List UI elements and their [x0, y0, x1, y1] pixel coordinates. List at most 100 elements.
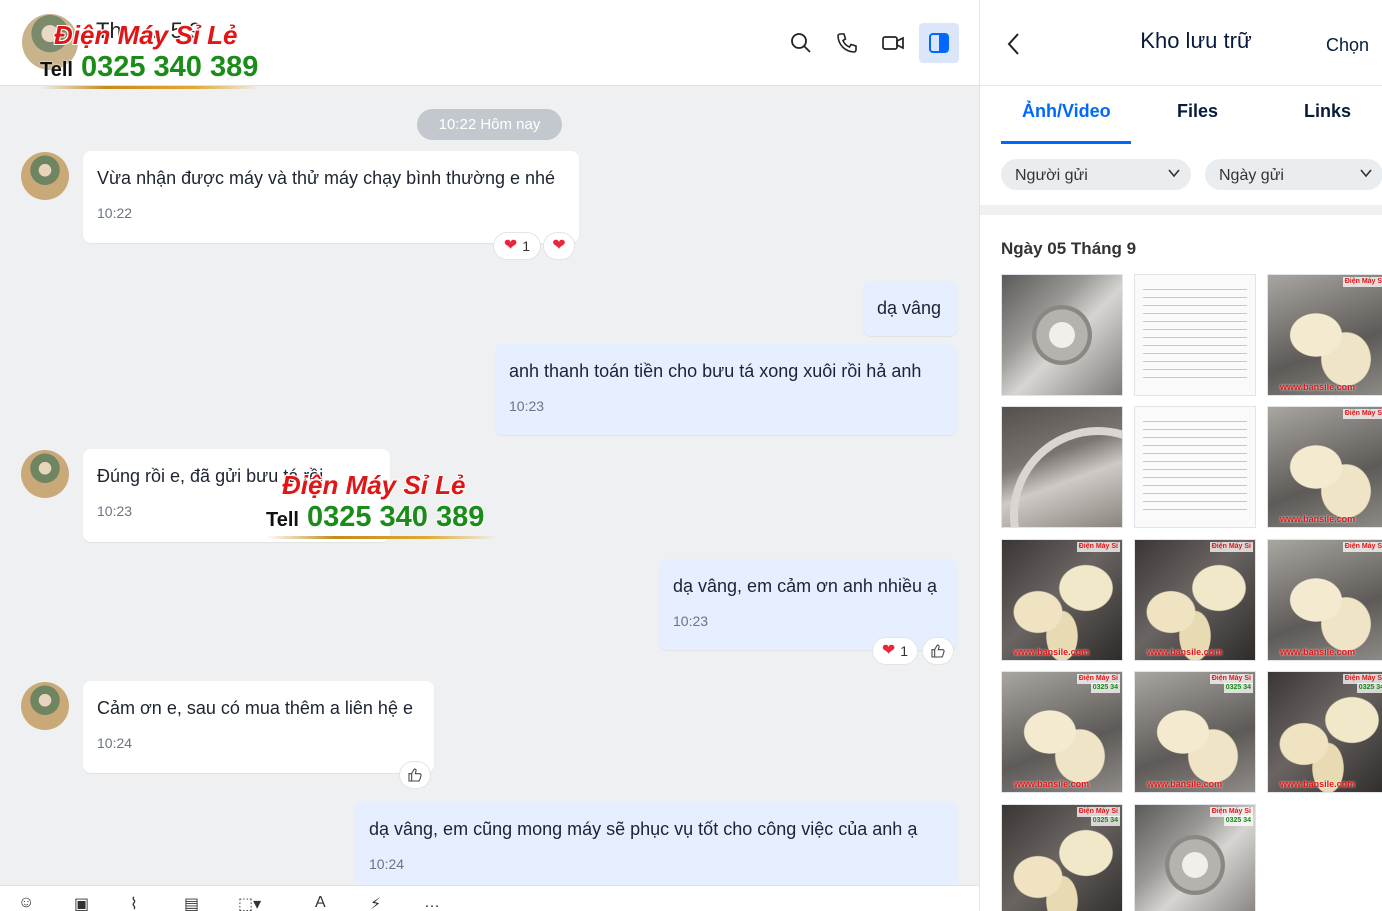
watermark-center: Điện Máy Sỉ Lẻ Tell 0325 340 389 — [266, 470, 496, 539]
media-thumbnail[interactable]: Điện Máy Sỉ 0325 34 www.bansile.com — [1134, 804, 1256, 911]
message-bubble[interactable]: dạ vâng, em cảm ơn anh nhiều ạ 10:23 — [659, 559, 957, 650]
storage-pane: Kho lưu trữ Chọn Ảnh/Video Files Links N… — [979, 0, 1382, 911]
thumbs-up-icon — [931, 644, 945, 658]
media-thumbnail[interactable]: Điện Máy Sỉ 0325 34 www.bansile.com — [1267, 671, 1382, 793]
message-text: Cảm ơn e, sau có mua thêm a liên hệ e — [97, 698, 413, 718]
chat-pane: Th... ... 5.9 Điện Máy Sỉ Lẻ Tell 0325 3… — [0, 0, 979, 911]
watermark-brand: Điện Máy Sỉ Lẻ — [54, 20, 238, 50]
message-time: 10:24 — [369, 856, 405, 872]
media-thumbnail[interactable]: Điện Máy Sỉ 0325 34 www.bansile.com — [1001, 804, 1123, 911]
section-divider — [980, 205, 1382, 215]
chevron-down-icon — [1360, 169, 1372, 178]
reaction-summary[interactable]: ❤ 1 — [873, 638, 917, 664]
storage-header: Kho lưu trữ Chọn — [980, 0, 1382, 86]
card-icon[interactable]: ▤ — [184, 894, 210, 911]
message-time: 10:22 — [97, 205, 133, 221]
date-filter-label: Ngày gửi — [1219, 167, 1284, 184]
media-thumbnail[interactable] — [1134, 274, 1256, 396]
reaction-summary[interactable]: ❤ 1 — [494, 233, 540, 259]
message-time: 10:23 — [509, 398, 545, 414]
message-time: 10:24 — [97, 735, 133, 751]
sender-filter-label: Người gửi — [1015, 167, 1088, 184]
like-button[interactable] — [400, 762, 430, 788]
message-text: dạ vâng — [877, 298, 942, 318]
media-thumbnail[interactable] — [1134, 406, 1256, 528]
watermark-brand: Điện Máy Sỉ Lẻ — [282, 470, 466, 500]
message-text: dạ vâng, em cũng mong máy sẽ phục vụ tốt… — [369, 819, 918, 839]
thumb-brand-tag: Điện Máy Sỉ — [1076, 542, 1120, 552]
watermark-tell: Tell — [40, 59, 73, 81]
message-text: Vừa nhận được máy và thử máy chạy bình t… — [97, 168, 556, 188]
message-text: anh thanh toán tiền cho bưu tá xong xuôi… — [509, 361, 922, 381]
more-icon[interactable]: … — [424, 894, 450, 911]
thumb-url-tag: www.bansile.com — [1280, 514, 1356, 524]
watermark-underline — [266, 536, 496, 539]
screenshot-icon[interactable]: ⬚▾ — [238, 894, 264, 911]
attach-icon[interactable]: ⌇ — [130, 894, 156, 911]
tab-links[interactable]: Links — [1304, 101, 1351, 122]
media-thumbnail[interactable]: Điện Máy Sỉ www.bansile.com — [1267, 406, 1382, 528]
message-text: dạ vâng, em cảm ơn anh nhiều ạ — [673, 576, 937, 596]
message-bubble[interactable]: Vừa nhận được máy và thử máy chạy bình t… — [83, 151, 579, 243]
media-thumbnail[interactable] — [1001, 274, 1123, 396]
sticker-icon[interactable]: ☺ — [18, 894, 44, 911]
date-group-label: Ngày 05 Tháng 9 — [1001, 239, 1137, 258]
video-icon[interactable] — [873, 23, 913, 63]
date-chip: 10:22 Hôm nay — [417, 109, 562, 140]
image-icon[interactable]: ▣ — [74, 894, 100, 911]
chat-header: Th... ... 5.9 Điện Máy Sỉ Lẻ Tell 0325 3… — [0, 0, 979, 89]
message-bubble[interactable]: Cảm ơn e, sau có mua thêm a liên hệ e 10… — [83, 681, 434, 773]
heart-icon: ❤ — [552, 237, 566, 254]
active-tab-indicator — [1001, 141, 1131, 144]
message-bubble[interactable]: anh thanh toán tiền cho bưu tá xong xuôi… — [495, 344, 957, 435]
choose-button[interactable]: Chọn — [1326, 35, 1369, 56]
storage-title: Kho lưu trữ — [1140, 28, 1252, 53]
sender-filter[interactable]: Người gửi — [1001, 159, 1191, 190]
media-thumbnail[interactable]: Điện Máy Sỉ 0325 34 www.bansile.com — [1001, 671, 1123, 793]
media-thumbnail[interactable] — [1001, 406, 1123, 528]
media-thumbnail[interactable]: Điện Máy Sỉ 0325 34 www.bansile.com — [1134, 671, 1256, 793]
message-bubble[interactable]: dạ vâng — [863, 281, 957, 336]
sender-avatar[interactable] — [21, 682, 69, 730]
react-button[interactable]: ❤ — [544, 233, 574, 259]
tab-files[interactable]: Files — [1177, 101, 1218, 122]
thumb-phone-tag: 0325 34 — [1223, 816, 1253, 826]
date-filter[interactable]: Ngày gửi — [1205, 159, 1382, 190]
media-thumbnail[interactable]: Điện Máy Sỉ www.bansile.com — [1001, 539, 1123, 661]
thumb-url-tag: www.bansile.com — [1147, 779, 1223, 789]
message-time: 10:23 — [673, 613, 709, 629]
phone-icon[interactable] — [827, 23, 867, 63]
message-list[interactable]: 10:22 Hôm nay Vừa nhận được máy và thử m… — [0, 87, 979, 885]
storage-tabs: Ảnh/Video Files Links — [980, 87, 1382, 145]
thumb-url-tag: www.bansile.com — [1280, 647, 1356, 657]
thumb-phone-tag: 0325 34 — [1356, 683, 1382, 693]
thumb-brand-tag: Điện Máy Sỉ — [1209, 542, 1253, 552]
watermark-tell: Tell — [266, 509, 299, 531]
thumb-phone-tag: 0325 34 — [1090, 683, 1120, 693]
sender-avatar[interactable] — [21, 450, 69, 498]
watermark-phone: 0325 340 389 — [306, 501, 485, 533]
thumb-url-tag: www.bansile.com — [1280, 382, 1356, 392]
heart-icon: ❤ — [881, 642, 896, 659]
panel-toggle-icon[interactable] — [919, 23, 959, 63]
media-thumbnail[interactable]: Điện Máy Sỉ www.bansile.com — [1134, 539, 1256, 661]
chevron-down-icon — [1168, 169, 1180, 178]
search-icon[interactable] — [781, 23, 821, 63]
tab-media[interactable]: Ảnh/Video — [1022, 101, 1111, 122]
format-icon[interactable]: A — [315, 894, 341, 911]
thumb-url-tag: www.bansile.com — [1280, 779, 1356, 789]
thumb-phone-tag: 0325 34 — [1223, 683, 1253, 693]
thumb-url-tag: www.bansile.com — [1014, 647, 1090, 657]
thumb-brand-tag: Điện Máy Sỉ — [1342, 542, 1382, 552]
flash-icon[interactable]: ⚡ — [370, 894, 396, 911]
message-bubble[interactable]: dạ vâng, em cũng mong máy sẽ phục vụ tốt… — [355, 802, 957, 885]
like-button[interactable] — [923, 638, 953, 664]
sender-avatar[interactable] — [21, 152, 69, 200]
media-thumbnail[interactable]: Điện Máy Sỉ www.bansile.com — [1267, 274, 1382, 396]
reaction-count: 1 — [900, 643, 909, 659]
composer-toolbar: ☺ ▣ ⌇ ▤ ⬚▾ A ⚡ … — [0, 885, 979, 911]
thumbs-up-icon — [408, 768, 422, 782]
thumb-url-tag: www.bansile.com — [1147, 647, 1223, 657]
media-thumbnail[interactable]: Điện Máy Sỉ www.bansile.com — [1267, 539, 1382, 661]
reaction-count: 1 — [522, 238, 531, 254]
